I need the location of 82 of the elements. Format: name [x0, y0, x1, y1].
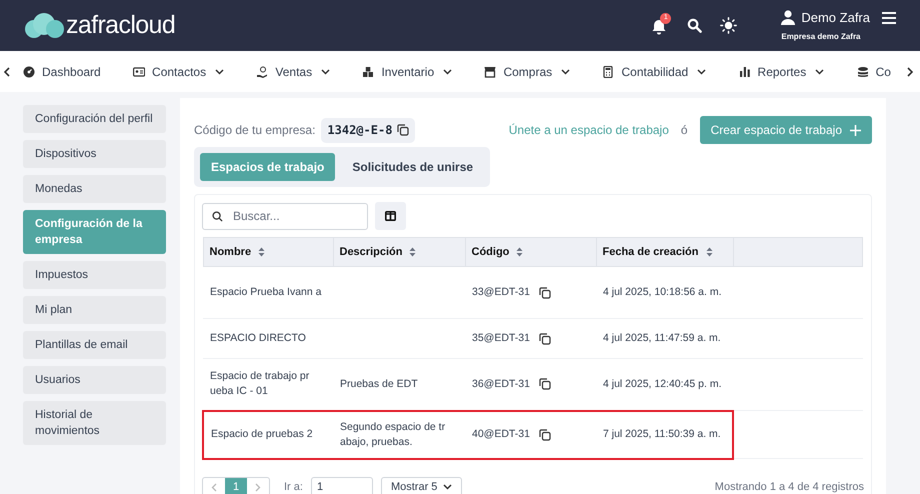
chevron-down-icon	[815, 68, 824, 74]
gauge-icon	[23, 66, 35, 78]
chevron-down-icon	[215, 68, 224, 74]
chevron-left-icon[interactable]	[3, 66, 11, 76]
sort-icon	[516, 247, 524, 257]
logo-text: zafracloud	[66, 10, 176, 41]
column-header[interactable]: Nombre	[203, 238, 333, 266]
table-cell: 4 jul 2025, 11:47:59 a. m.	[603, 332, 721, 344]
chevron-right-icon[interactable]	[906, 66, 914, 76]
table-cell: 4 jul 2025, 10:18:56 a. m.	[603, 286, 722, 298]
hand-coin-icon	[256, 66, 268, 78]
chevron-down-icon	[697, 68, 706, 74]
search-field[interactable]: Buscar...	[202, 202, 368, 230]
search-icon[interactable]	[687, 18, 702, 33]
sidebar-item[interactable]: Mi plan	[23, 296, 166, 324]
column-header[interactable]: Código	[465, 238, 596, 266]
sort-icon	[706, 247, 712, 257]
table-cell: Espacio de trabajo pr ueba IC - 01	[210, 370, 310, 398]
search-icon	[212, 210, 223, 222]
copy-icon[interactable]	[538, 286, 551, 298]
chevron-down-icon	[561, 68, 570, 74]
nav-item[interactable]: Contactos	[133, 62, 224, 80]
table-cell: Segundo espacio de tr abajo, pruebas.	[340, 420, 446, 448]
nav-item[interactable]: Compras	[484, 62, 570, 80]
sidebar-item[interactable]: Plantillas de email	[23, 331, 166, 359]
nav-item[interactable]: Inventario	[362, 62, 452, 80]
table-cell: 35@EDT-31	[472, 331, 530, 346]
calculator-icon	[602, 66, 614, 78]
nav-item[interactable]: Dashboard	[23, 62, 101, 80]
table-cell: Espacio Prueba Ivann a	[210, 286, 322, 298]
copy-icon[interactable]	[397, 124, 410, 136]
column-header[interactable]: Descripción	[333, 238, 465, 266]
sidebar-item[interactable]: Usuarios	[23, 366, 166, 394]
company-code-label: Código de tu empresa:	[194, 122, 316, 139]
sidebar-item[interactable]: Configuración del perfil	[23, 105, 166, 133]
columns-button[interactable]	[375, 202, 406, 230]
bar-chart-icon	[738, 66, 751, 78]
nav-item[interactable]: Ventas	[256, 62, 330, 80]
boxes-icon	[362, 66, 374, 78]
table-cell: 36@EDT-31	[472, 376, 530, 392]
column-header[interactable]: Fecha de creación	[596, 238, 733, 266]
table-cell: 4 jul 2025, 12:40:45 p. m.	[603, 378, 722, 390]
bell-icon	[651, 18, 668, 34]
sidebar-item[interactable]: Monedas	[23, 175, 166, 203]
id-card-icon	[133, 66, 146, 78]
cloud-logo-icon	[24, 12, 64, 38]
nav-item[interactable]: Reportes	[738, 62, 824, 80]
chevron-down-icon	[443, 68, 452, 74]
coins-icon	[856, 66, 869, 78]
table-cell: ESPACIO DIRECTO	[210, 332, 306, 344]
sidebar-item[interactable]: Historial de movimientos	[23, 401, 166, 445]
records-summary: Mostrando 1 a 4 de 4 registros	[714, 480, 864, 494]
table-cell: 40@EDT-31	[472, 427, 530, 442]
user-name[interactable]: Demo Zafra	[801, 8, 870, 28]
nav-item[interactable]: Contabilidad	[602, 62, 706, 80]
sort-icon	[258, 247, 266, 257]
columns-icon	[385, 211, 396, 221]
sun-icon[interactable]	[720, 17, 738, 34]
table-cell: Pruebas de EDT	[340, 378, 418, 390]
user-icon	[781, 10, 796, 25]
goto-page-field[interactable]: 1	[310, 477, 373, 494]
store-icon	[484, 66, 496, 78]
company-name: Empresa demo Zafra	[781, 31, 860, 44]
copy-icon[interactable]	[538, 378, 551, 390]
chevron-down-icon	[321, 68, 330, 74]
table-cell: Espacio de pruebas 2	[211, 428, 313, 440]
sort-icon	[409, 247, 416, 257]
nav-item[interactable]: Co	[856, 62, 891, 80]
table-cell: 7 jul 2025, 11:50:39 a. m.	[603, 428, 721, 440]
plus-icon	[850, 124, 861, 136]
page-size-dropdown[interactable]: Mostrar 5	[380, 477, 462, 494]
company-code: 1342@-E-8	[327, 122, 392, 139]
goto-label: Ir a:	[284, 480, 303, 494]
table-cell: 33@EDT-31	[472, 285, 530, 300]
tab[interactable]: Solicitudes de unirse	[341, 153, 484, 181]
sidebar-item[interactable]: Dispositivos	[23, 140, 166, 168]
menu-icon[interactable]	[882, 12, 896, 24]
copy-icon[interactable]	[538, 428, 551, 440]
chevron-down-icon	[443, 484, 452, 490]
copy-icon[interactable]	[538, 332, 551, 344]
sidebar-item[interactable]: Impuestos	[23, 261, 166, 289]
or-text: ó	[680, 122, 688, 139]
